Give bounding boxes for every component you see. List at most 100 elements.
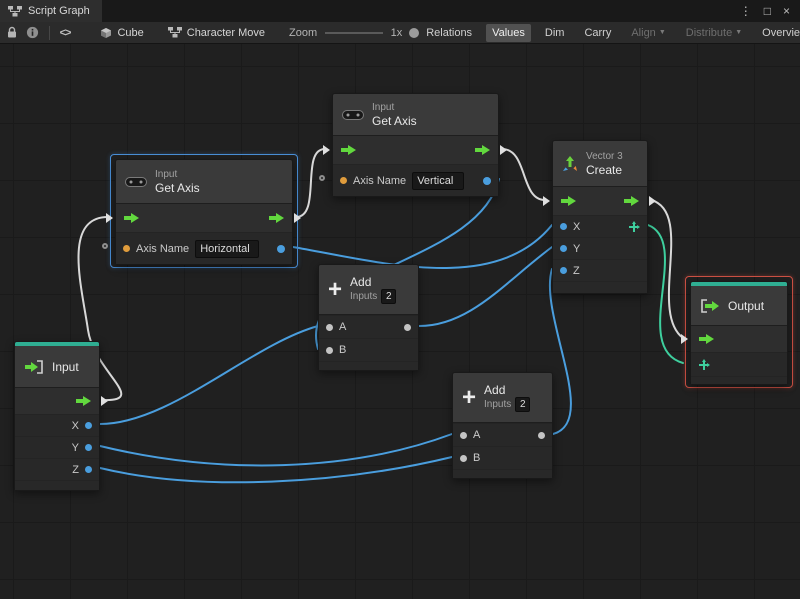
- node-title: Output: [728, 298, 765, 313]
- port-y-label: Y: [573, 242, 581, 255]
- flow-out-icon[interactable]: [475, 145, 490, 155]
- node-header[interactable]: Input: [15, 346, 99, 388]
- input-port-a[interactable]: [460, 431, 467, 439]
- tab-title: Script Graph: [28, 5, 90, 17]
- sum-port[interactable]: [538, 431, 545, 439]
- axis-name-port[interactable]: [102, 243, 108, 249]
- flow-in-port[interactable]: [681, 334, 688, 344]
- flow-in-icon[interactable]: [341, 145, 356, 155]
- info-icon[interactable]: [26, 26, 39, 39]
- axis-name-row: Axis Name: [116, 232, 292, 264]
- wire-number-get-axis-horizontal-to-vector3-x[interactable]: [292, 224, 553, 269]
- kebab-menu-icon[interactable]: ⋮: [740, 5, 752, 17]
- flow-in-icon[interactable]: [561, 196, 576, 206]
- node-get-axis-vertical[interactable]: Input Get Axis Axis Name: [319, 93, 507, 197]
- input-port-y[interactable]: [560, 245, 567, 252]
- dim-button[interactable]: Dim: [539, 24, 571, 42]
- vector-input-port[interactable]: [698, 358, 710, 371]
- relations-button[interactable]: Relations: [420, 24, 478, 42]
- wire-flow-get-axis-vertical-to-vector3-create[interactable]: [501, 148, 546, 201]
- zoom-slider[interactable]: [325, 26, 420, 40]
- overview-button[interactable]: Overview: [756, 24, 800, 42]
- wire-number-input-x-to-add1-a[interactable]: [99, 325, 319, 425]
- port-row-x: X: [15, 414, 99, 436]
- node-title: Add: [350, 275, 372, 289]
- flow-out-icon[interactable]: [76, 396, 91, 406]
- result-port[interactable]: [483, 176, 491, 185]
- maximize-icon[interactable]: □: [764, 5, 771, 17]
- values-button[interactable]: Values: [486, 23, 531, 42]
- axis-name-field[interactable]: [195, 239, 260, 258]
- flow-out-icon[interactable]: [269, 213, 284, 223]
- distribute-button[interactable]: Distribute ▼: [680, 24, 748, 42]
- wire-flow-get-axis-horizontal-to-get-axis-vertical[interactable]: [295, 148, 326, 218]
- flow-in-port[interactable]: [106, 213, 113, 223]
- node-header[interactable]: Vector 3 Create: [553, 141, 647, 187]
- node-output-event[interactable]: Output: [681, 281, 788, 385]
- port-x-label: X: [71, 419, 79, 432]
- node-add-2[interactable]: + Add Inputs A B: [452, 372, 553, 479]
- node-header[interactable]: Output: [691, 286, 787, 326]
- input-port-a[interactable]: [326, 323, 333, 331]
- close-icon[interactable]: ×: [783, 5, 790, 17]
- port-b-label: B: [339, 344, 347, 356]
- node-header[interactable]: Input Get Axis: [116, 160, 292, 204]
- carry-button[interactable]: Carry: [578, 24, 617, 42]
- node-input-event[interactable]: Input X Y Z: [14, 341, 108, 491]
- sum-port[interactable]: [404, 323, 411, 331]
- flow-out-port[interactable]: [101, 396, 108, 406]
- input-port-x[interactable]: [560, 223, 567, 230]
- wire-number-input-y-to-add2-a[interactable]: [99, 433, 453, 467]
- flow-out-port[interactable]: [500, 145, 507, 155]
- inputs-count-field[interactable]: [381, 289, 397, 304]
- node-category: Vector 3: [586, 150, 623, 162]
- flow-out-icon[interactable]: [624, 196, 639, 206]
- inputs-count-field[interactable]: [515, 397, 531, 412]
- input-port-b[interactable]: [326, 346, 333, 354]
- wire-vector-create-result-to-output[interactable]: [647, 224, 684, 364]
- output-port-y[interactable]: [85, 444, 92, 451]
- string-port-icon[interactable]: [123, 245, 130, 252]
- flow-in-icon[interactable]: [699, 334, 714, 344]
- vector-result-port[interactable]: [628, 220, 640, 233]
- unity-script-graph-window: Script Graph ⋮ □ × <> Cube Character Mov…: [0, 0, 800, 599]
- axis-name-field[interactable]: [412, 171, 465, 190]
- flow-out-port[interactable]: [294, 213, 301, 223]
- zoom-value: 1x: [390, 26, 403, 39]
- chevron-down-icon: ▼: [735, 29, 743, 36]
- add-icon: +: [462, 383, 477, 411]
- code-icon[interactable]: <>: [60, 27, 72, 39]
- flow-in-port[interactable]: [543, 196, 550, 206]
- graph-asset-button[interactable]: Character Move: [167, 27, 265, 39]
- game-object-button[interactable]: Cube: [100, 27, 144, 39]
- wire-number-input-z-to-add2-b[interactable]: [99, 456, 453, 484]
- string-port-icon[interactable]: [340, 177, 347, 184]
- tab-script-graph[interactable]: Script Graph: [0, 0, 102, 22]
- output-port-x[interactable]: [85, 422, 92, 429]
- align-button[interactable]: Align ▼: [625, 24, 671, 42]
- input-port-b[interactable]: [460, 454, 467, 462]
- wire-number-add1-to-vector3-y[interactable]: [418, 246, 553, 327]
- node-header[interactable]: + Add Inputs: [453, 373, 552, 423]
- axis-name-port[interactable]: [319, 175, 325, 181]
- node-vector3-create[interactable]: Vector 3 Create X Y Z: [543, 140, 656, 294]
- node-header[interactable]: Input Get Axis: [333, 94, 498, 136]
- input-port-z[interactable]: [560, 267, 567, 274]
- graph-canvas[interactable]: Input Get Axis Axis Name Vertical Input …: [0, 44, 800, 599]
- flow-in-icon[interactable]: [124, 213, 139, 223]
- node-get-axis-horizontal[interactable]: Input Get Axis Axis Name: [102, 159, 301, 265]
- flow-out-port[interactable]: [649, 196, 656, 206]
- wire-flow-vector3-create-to-output[interactable]: [650, 199, 684, 339]
- zoom-slider-track[interactable]: [325, 31, 383, 34]
- output-event-icon: [701, 298, 719, 313]
- flow-in-port[interactable]: [323, 145, 330, 155]
- node-title: Get Axis: [372, 113, 417, 128]
- node-add-1[interactable]: + Add Inputs A B: [318, 264, 419, 371]
- zoom-slider-handle[interactable]: [409, 27, 420, 38]
- result-port[interactable]: [277, 244, 285, 253]
- lock-icon[interactable]: [6, 26, 18, 39]
- output-port-z[interactable]: [85, 466, 92, 473]
- window-controls: ⋮ □ ×: [740, 0, 800, 22]
- node-header[interactable]: + Add Inputs: [319, 265, 418, 315]
- port-row-x: X: [553, 215, 647, 237]
